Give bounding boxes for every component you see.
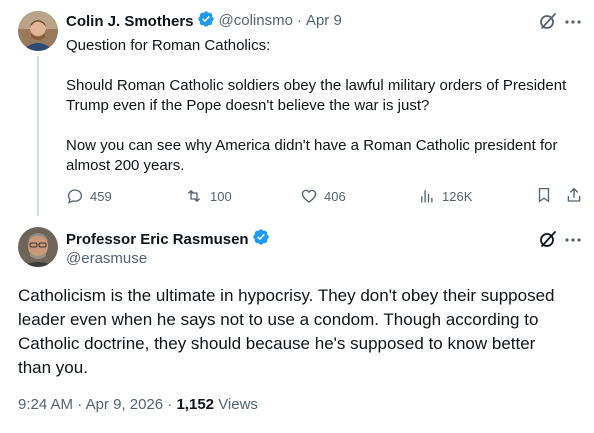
author-name[interactable]: Professor Eric Rasmusen	[66, 231, 249, 248]
author-handle[interactable]: @erasmuse	[66, 249, 147, 269]
tweet-time[interactable]: 9:24 AM	[18, 396, 73, 413]
tweet-text-line: than you.	[18, 358, 88, 377]
tweet-metadata: 9:24 AM · Apr 9, 2026 · 1,152 Views	[18, 396, 258, 413]
bookmark-icon[interactable]	[535, 186, 553, 209]
grok-icon[interactable]	[537, 10, 559, 32]
more-icon[interactable]	[564, 232, 582, 250]
repost-button[interactable]: 100	[184, 186, 232, 206]
avatar[interactable]	[18, 11, 58, 51]
views-label: Views	[218, 396, 258, 413]
tweet1-header: Colin J. Smothers @colinsmo · Apr 9	[66, 10, 342, 33]
share-icon[interactable]	[565, 186, 583, 209]
views-count: 126K	[442, 188, 473, 204]
reply-count: 459	[90, 188, 112, 204]
like-count: 406	[324, 188, 346, 204]
views-button[interactable]: 126K	[418, 186, 472, 206]
more-icon[interactable]	[564, 14, 582, 32]
separator: ·	[77, 396, 83, 413]
tweet-text-line: Should Roman Catholic soldiers obey the …	[66, 77, 567, 94]
like-button[interactable]: 406	[300, 186, 346, 206]
tweet-date[interactable]: Apr 9, 2026	[86, 396, 164, 413]
tweet-text-line: Question for Roman Catholics:	[66, 37, 271, 54]
verified-badge-icon	[252, 228, 270, 251]
author-handle[interactable]: @colinsmo	[219, 11, 293, 31]
tweet2-header: Professor Eric Rasmusen	[66, 228, 270, 251]
author-name[interactable]: Colin J. Smothers	[66, 13, 194, 30]
reply-icon	[67, 189, 83, 204]
avatar[interactable]	[18, 227, 58, 267]
verified-badge-icon	[197, 10, 215, 33]
views-icon	[421, 190, 433, 203]
tweet-text-line: leader even when he says not to use a co…	[18, 310, 539, 329]
views-count: 1,152	[176, 396, 215, 413]
tweet-text-line: almost 200 years.	[66, 157, 185, 174]
reply-button[interactable]: 459	[66, 186, 112, 206]
tweet-text-line: Catholicism is the ultimate in hypocrisy…	[18, 286, 555, 305]
separator: ·	[167, 396, 173, 413]
thread-connector-line	[37, 56, 39, 216]
repost-icon	[188, 190, 200, 202]
grok-icon[interactable]	[537, 228, 559, 250]
separator: ·	[296, 12, 302, 29]
like-icon	[301, 189, 317, 203]
tweet-text-line: Now you can see why America didn't have …	[66, 137, 558, 154]
repost-count: 100	[210, 188, 232, 204]
tweet-text-line: Catholic doctrine, they should because h…	[18, 334, 536, 353]
tweet-text-line: Trump even if the Pope doesn't believe t…	[66, 97, 430, 114]
tweet-date[interactable]: Apr 9	[306, 11, 342, 31]
